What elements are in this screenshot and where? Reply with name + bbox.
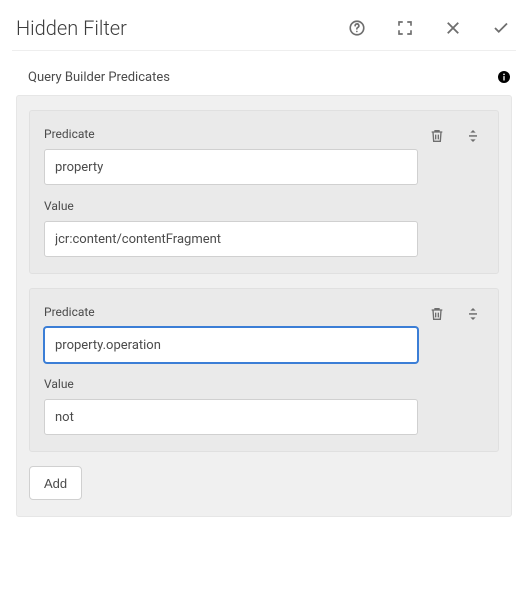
help-icon[interactable] bbox=[348, 19, 366, 37]
predicate-card: Predicate Value bbox=[29, 110, 499, 274]
delete-icon[interactable] bbox=[428, 127, 446, 145]
predicate-label: Predicate bbox=[44, 127, 418, 141]
confirm-icon[interactable] bbox=[492, 19, 510, 37]
value-label: Value bbox=[44, 199, 418, 213]
predicate-input[interactable] bbox=[44, 327, 418, 363]
dialog-title: Hidden Filter bbox=[16, 16, 348, 40]
value-input[interactable] bbox=[44, 399, 418, 435]
reorder-icon[interactable] bbox=[464, 305, 482, 323]
dialog-header: Hidden Filter bbox=[0, 0, 528, 50]
predicates-panel: Predicate Value Pr bbox=[16, 95, 512, 517]
fullscreen-icon[interactable] bbox=[396, 19, 414, 37]
header-divider bbox=[12, 50, 516, 51]
reorder-icon[interactable] bbox=[464, 127, 482, 145]
value-input[interactable] bbox=[44, 221, 418, 257]
add-button[interactable]: Add bbox=[29, 466, 82, 500]
close-icon[interactable] bbox=[444, 19, 462, 37]
delete-icon[interactable] bbox=[428, 305, 446, 323]
info-icon[interactable] bbox=[496, 69, 512, 85]
predicate-card: Predicate Value bbox=[29, 288, 499, 452]
value-label: Value bbox=[44, 377, 418, 391]
section-title: Query Builder Predicates bbox=[28, 70, 496, 85]
predicate-label: Predicate bbox=[44, 305, 418, 319]
section-header: Query Builder Predicates bbox=[0, 69, 528, 91]
header-actions bbox=[348, 19, 510, 37]
predicate-input[interactable] bbox=[44, 149, 418, 185]
